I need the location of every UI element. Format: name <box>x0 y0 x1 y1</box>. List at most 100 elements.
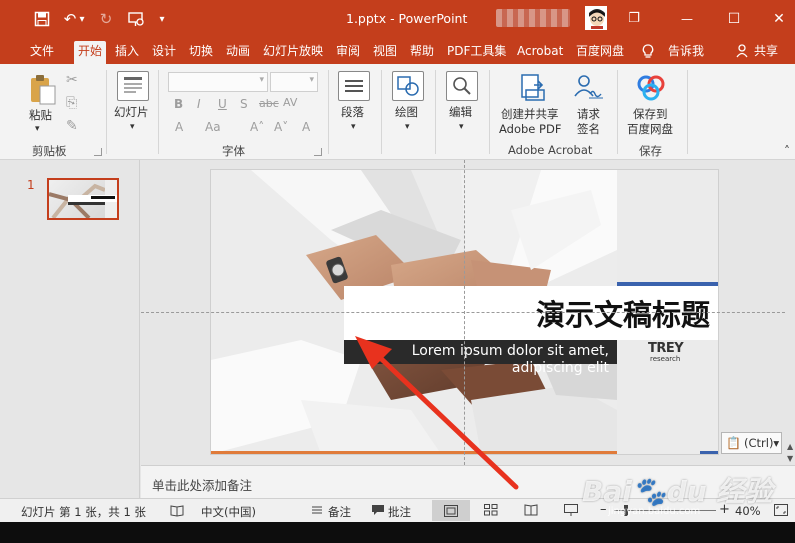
collapse-ribbon-icon[interactable]: ˄ <box>784 144 790 159</box>
clipboard-launcher-icon[interactable] <box>94 148 102 156</box>
create-share-pdf-label-line2[interactable]: Adobe PDF <box>499 122 561 137</box>
editing-icon[interactable] <box>446 71 478 101</box>
subtitle-line2[interactable]: adipiscing elit <box>512 360 609 376</box>
paragraph-dropdown-icon[interactable]: ▾ <box>351 120 356 135</box>
editing-dropdown-icon[interactable]: ▾ <box>459 120 464 135</box>
tab-help[interactable]: 帮助 <box>406 41 438 64</box>
maximize-button[interactable]: ☐ <box>723 9 745 29</box>
reading-view-icon[interactable] <box>524 504 538 519</box>
new-slide-icon[interactable] <box>117 71 149 101</box>
tab-acrobat[interactable]: Acrobat <box>513 41 567 64</box>
vertical-guide[interactable] <box>464 160 465 465</box>
paste-dropdown-icon[interactable]: ▾ <box>35 122 40 137</box>
orange-accent-line <box>211 451 617 454</box>
paste-label[interactable]: 粘贴 <box>29 108 52 123</box>
tab-baidu-netdisk[interactable]: 百度网盘 <box>572 41 628 64</box>
shrink-font-button[interactable]: A˅ <box>274 120 288 134</box>
start-presentation-icon[interactable] <box>126 9 146 29</box>
drawing-dropdown-icon[interactable]: ▾ <box>405 120 410 135</box>
new-slide-dropdown-icon[interactable]: ▾ <box>130 120 135 135</box>
redo-icon[interactable]: ↻ <box>96 9 116 29</box>
request-signature-icon[interactable] <box>573 72 605 104</box>
avatar[interactable] <box>585 6 607 30</box>
request-signature-label-line1[interactable]: 请求 <box>577 107 600 122</box>
separator <box>435 70 436 154</box>
tab-transitions[interactable]: 切换 <box>185 41 217 64</box>
character-spacing-button[interactable]: AV <box>283 96 297 109</box>
font-name-combo[interactable]: ▾ <box>168 72 268 92</box>
cut-icon[interactable]: ✂ <box>66 72 78 88</box>
format-painter-icon[interactable]: ✎ <box>66 118 78 134</box>
tab-insert[interactable]: 插入 <box>111 41 143 64</box>
font-color-button[interactable]: A <box>175 120 183 134</box>
paste-options-button[interactable]: 📋 (Ctrl)▾ <box>721 432 782 454</box>
minimize-button[interactable]: — <box>676 9 698 29</box>
tab-view[interactable]: 视图 <box>369 41 401 64</box>
slide-thumbnail[interactable] <box>47 178 119 220</box>
separator <box>328 70 329 154</box>
new-slide-label[interactable]: 幻灯片 <box>114 105 149 120</box>
change-case-button[interactable]: Aa <box>205 120 221 134</box>
font-size-combo[interactable]: ▾ <box>270 72 318 92</box>
customize-qat-icon[interactable]: ▾ <box>155 9 169 29</box>
comments-button[interactable]: 批注 <box>388 504 411 520</box>
close-button[interactable]: ✕ <box>768 9 790 29</box>
notes-placeholder[interactable]: 单击此处添加备注 <box>152 475 252 494</box>
baidu-netdisk-icon[interactable] <box>636 74 666 102</box>
fit-to-window-icon[interactable] <box>774 504 788 519</box>
drawing-label[interactable]: 绘图 <box>395 105 418 120</box>
title-placeholder[interactable]: 演示文稿标题 <box>344 286 718 340</box>
font-launcher-icon[interactable] <box>314 148 322 156</box>
italic-button[interactable]: I <box>197 97 201 111</box>
paragraph-icon[interactable] <box>338 71 370 101</box>
spell-check-icon[interactable] <box>170 504 184 520</box>
ribbon-tabs: 文件 开始 插入 设计 切换 动画 幻灯片放映 审阅 视图 帮助 PDF工具集 … <box>0 38 795 64</box>
shadow-button[interactable]: S <box>240 97 248 111</box>
tab-home[interactable]: 开始 <box>74 41 107 64</box>
comments-icon[interactable] <box>371 504 385 519</box>
editing-label[interactable]: 编辑 <box>449 105 472 120</box>
tab-review[interactable]: 审阅 <box>332 41 364 64</box>
ribbon-display-options-button[interactable]: ❐ <box>623 9 645 29</box>
save-to-netdisk-label-line1[interactable]: 保存到 <box>633 107 668 122</box>
paste-icon[interactable] <box>29 74 57 106</box>
paragraph-label[interactable]: 段落 <box>341 105 364 120</box>
tab-file[interactable]: 文件 <box>26 41 58 64</box>
lightbulb-icon[interactable] <box>638 41 658 64</box>
create-share-pdf-label-line1[interactable]: 创建并共享 <box>501 107 559 122</box>
drawing-icon[interactable] <box>392 71 424 101</box>
font-group-label: 字体 <box>222 144 245 158</box>
slide-title[interactable]: 演示文稿标题 <box>536 292 710 334</box>
ribbon-home: 粘贴 ▾ ✂ ⎘ ✎ 剪贴板 幻灯片 ▾ ▾ ▾ B I U S abc AV … <box>0 64 795 160</box>
language-status[interactable]: 中文(中国) <box>201 504 256 520</box>
clipboard-group-label: 剪贴板 <box>32 144 67 158</box>
tab-slideshow[interactable]: 幻灯片放映 <box>259 41 327 64</box>
tab-design[interactable]: 设计 <box>148 41 180 64</box>
save-to-netdisk-label-line2[interactable]: 百度网盘 <box>627 122 673 137</box>
strikethrough-button[interactable]: abc <box>259 97 279 110</box>
slide-sorter-view-icon[interactable] <box>484 504 498 519</box>
underline-button[interactable]: U <box>218 97 227 111</box>
tab-animations[interactable]: 动画 <box>222 41 254 64</box>
share-button[interactable]: 共享 <box>750 41 782 64</box>
vertical-scrollbar[interactable]: ▲ ▼ <box>786 160 795 465</box>
grow-font-button[interactable]: A˄ <box>250 120 264 134</box>
slide-editing-area: 演示文稿标题 Lorem ipsum dolor sit amet, adipi… <box>141 160 795 465</box>
slideshow-view-icon[interactable] <box>564 504 578 519</box>
undo-dropdown-icon[interactable]: ▾ <box>76 9 88 29</box>
copy-icon[interactable]: ⎘ <box>66 95 77 111</box>
tell-me-search[interactable]: 告诉我 <box>664 41 708 64</box>
create-share-pdf-icon[interactable] <box>518 72 548 104</box>
notes-icon[interactable] <box>310 504 324 519</box>
clear-formatting-button[interactable]: A <box>302 120 310 134</box>
save-icon[interactable] <box>32 9 52 29</box>
horizontal-guide[interactable] <box>141 312 795 313</box>
share-icon[interactable] <box>732 41 752 64</box>
bold-button[interactable]: B <box>174 97 183 111</box>
subtitle-line1[interactable]: Lorem ipsum dolor sit amet, <box>412 343 609 359</box>
clipboard-icon: 📋 <box>726 436 741 450</box>
normal-view-button[interactable] <box>432 500 470 521</box>
notes-toggle-button[interactable]: 备注 <box>328 504 351 520</box>
request-signature-label-line2[interactable]: 签名 <box>577 122 600 137</box>
tab-pdf-tools[interactable]: PDF工具集 <box>443 41 510 64</box>
